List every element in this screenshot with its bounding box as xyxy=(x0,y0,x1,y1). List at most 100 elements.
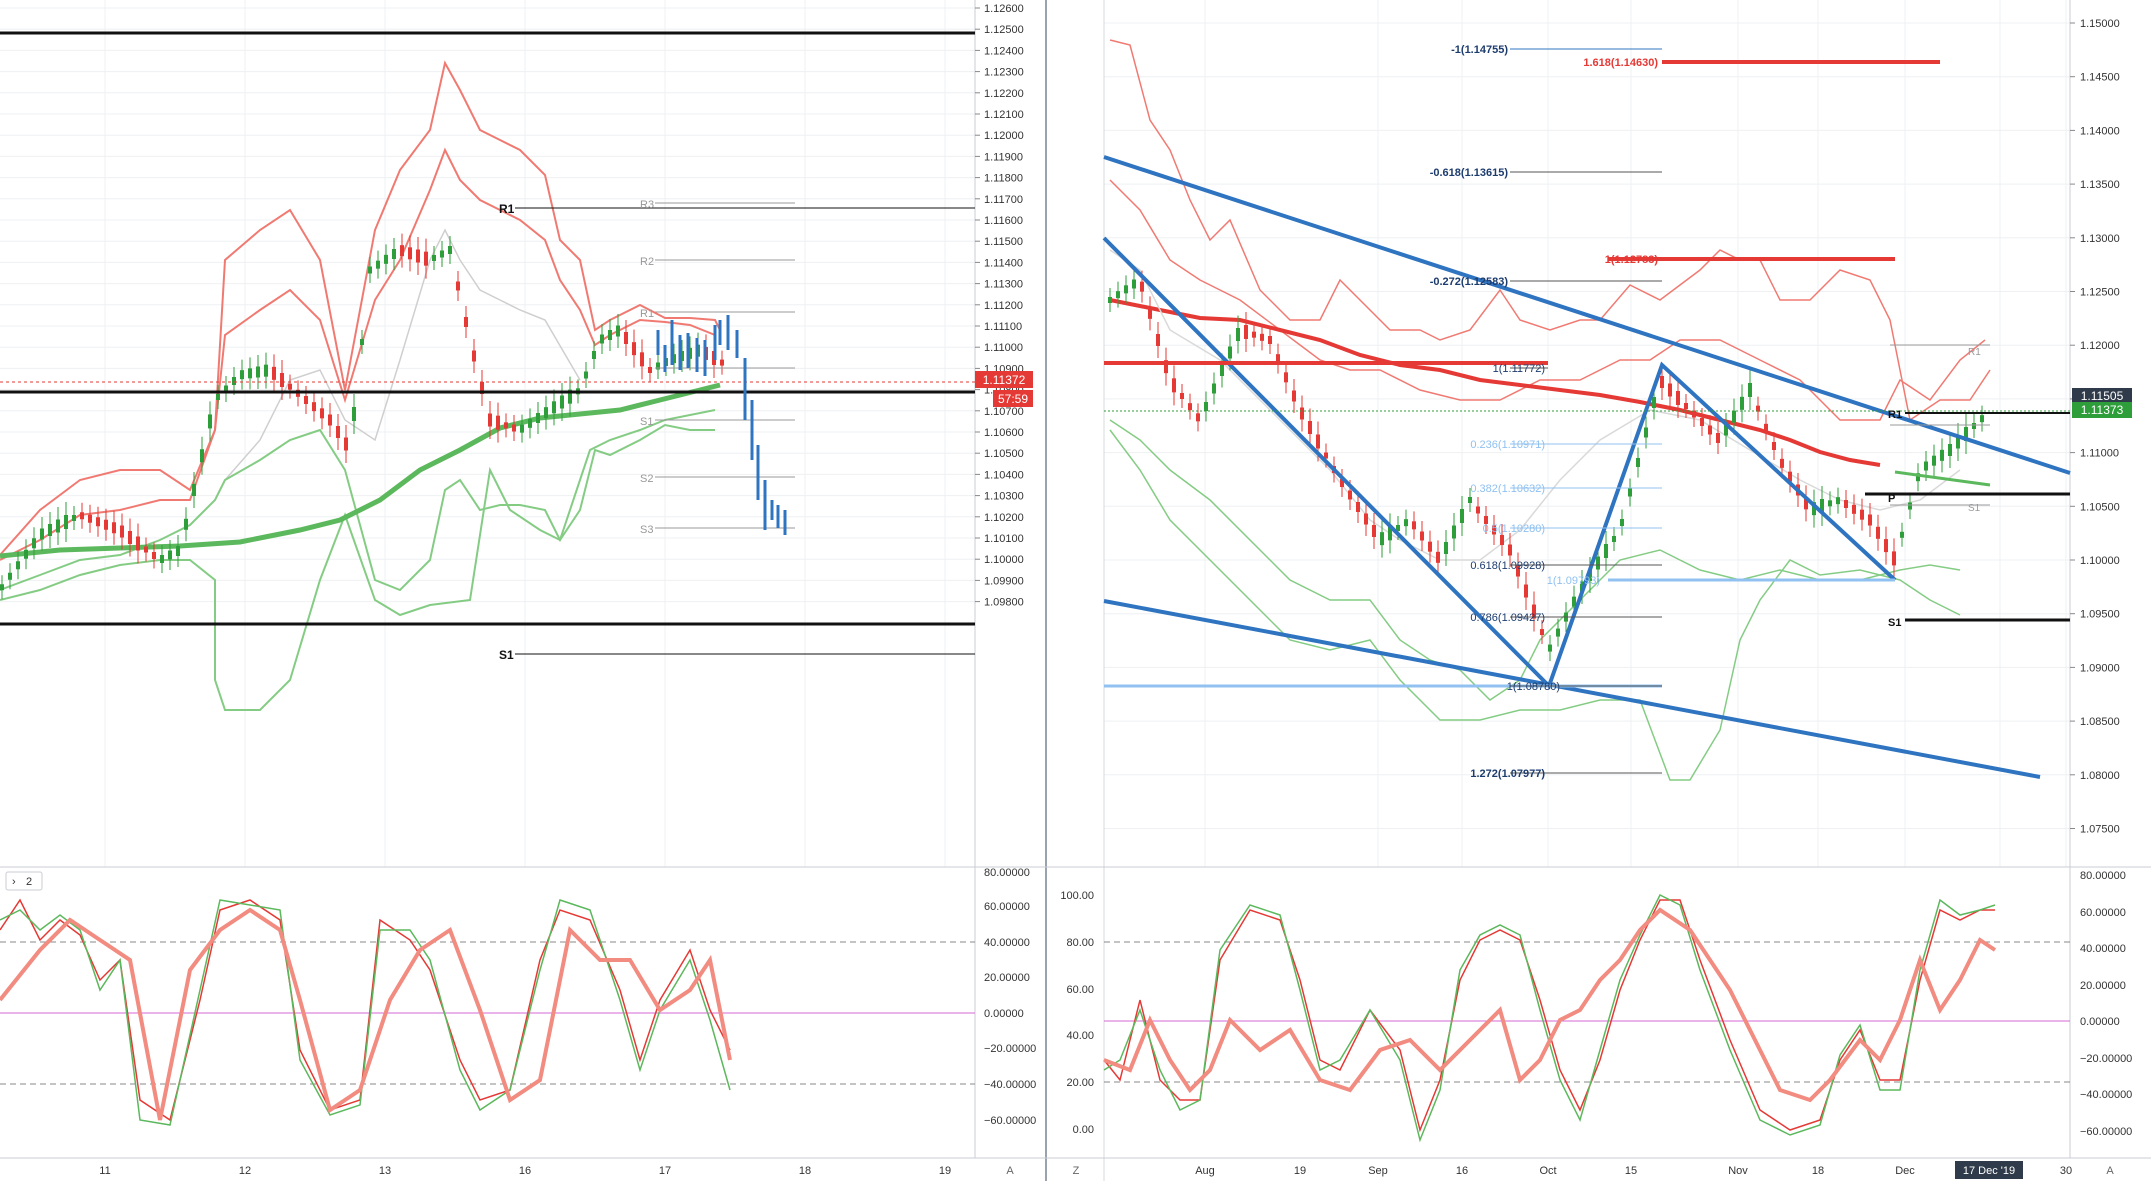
right-candle-body xyxy=(1924,461,1928,471)
left-candle-body xyxy=(600,334,604,344)
right-candle-body xyxy=(1908,502,1912,510)
left-candle-body xyxy=(632,342,636,356)
right-osc-left-tick: 40.00 xyxy=(1066,1030,1094,1042)
eurusd-chart-workspace: R1 S1 R3 R2 R1 S1 S2 S3 1.12600 1.12500 1.… xyxy=(0,0,2151,1181)
right-y-tick: 1.12500 xyxy=(2080,287,2120,299)
left-x-tick: 13 xyxy=(379,1165,391,1177)
left-upper-band-outer xyxy=(0,60,721,556)
left-candle-body xyxy=(320,408,324,419)
left-y-tick: 1.11200 xyxy=(984,300,1023,312)
right-candle-body xyxy=(1972,423,1976,429)
right-candle-body xyxy=(1732,410,1736,423)
left-corner-a: A xyxy=(1006,1165,1014,1177)
left-candle-body xyxy=(464,317,468,327)
left-osc-tick: 20.00000 xyxy=(984,972,1030,984)
right-osc-right-tick: −20.00000 xyxy=(2080,1053,2132,1065)
left-y-tick: 1.12000 xyxy=(984,130,1024,142)
right-candle-body xyxy=(1292,390,1296,402)
right-osc-left-tick: 100.00 xyxy=(1060,890,1094,902)
left-candle-body xyxy=(0,584,4,591)
right-osc-right-tick: 60.00000 xyxy=(2080,907,2126,919)
left-candle-body xyxy=(648,367,652,373)
left-r3-label: R3 xyxy=(640,199,654,211)
left-candle-body xyxy=(584,371,588,379)
left-candle-body xyxy=(720,359,724,366)
right-osc-left-tick: 20.00 xyxy=(1066,1077,1094,1089)
left-candle-body xyxy=(440,250,444,258)
right-candle-body xyxy=(1188,403,1192,411)
right-x-tick: 15 xyxy=(1625,1165,1637,1177)
right-osc-left-tick: 0.00 xyxy=(1073,1124,1094,1136)
right-osc-left-tick: 60.00 xyxy=(1066,984,1094,996)
right-y-tick: 1.13500 xyxy=(2080,179,2120,191)
right-y-tick: 1.10000 xyxy=(2080,555,2120,567)
left-osc-tick: 40.00000 xyxy=(984,937,1030,949)
right-x-tick: Aug xyxy=(1195,1165,1215,1177)
left-osc-k xyxy=(0,898,731,1122)
left-y-tick: 1.11100 xyxy=(984,321,1022,333)
left-candle-body xyxy=(184,518,188,530)
left-candle-body xyxy=(592,351,596,359)
right-y-tick: 1.09000 xyxy=(2080,662,2120,674)
right-y-tick: 1.07500 xyxy=(2080,824,2120,836)
left-y-tick: 1.09800 xyxy=(984,597,1024,609)
left-candle-body xyxy=(376,260,380,269)
left-candle-body xyxy=(424,251,428,266)
left-candle-body xyxy=(56,519,60,533)
left-y-tick: 1.10100 xyxy=(984,533,1024,545)
right-candle-body xyxy=(1476,506,1480,514)
right-candle-body xyxy=(1876,526,1880,539)
right-x-tick: 16 xyxy=(1456,1165,1468,1177)
right-osc-left-tick: 80.00 xyxy=(1066,937,1094,949)
left-candle-body xyxy=(136,536,140,551)
left-countdown-text: 57:59 xyxy=(998,392,1028,406)
fib-label-1-upper: 1(1.12783) xyxy=(1605,254,1659,266)
left-y-tick: 1.12400 xyxy=(984,45,1024,57)
right-corner-z: Z xyxy=(1073,1165,1080,1177)
fib-label-neg0272: -0.272(1.12583) xyxy=(1430,276,1509,288)
right-price-badge-2-text: 1.11373 xyxy=(2081,403,2124,417)
right-osc-k xyxy=(1103,899,1995,1133)
left-candle-body xyxy=(560,395,564,409)
right-candle-body xyxy=(1308,421,1312,434)
right-candle-body xyxy=(1356,502,1360,512)
left-y-tick: 1.12500 xyxy=(984,24,1024,36)
right-y-tick: 1.11000 xyxy=(2080,448,2119,460)
left-candle-body xyxy=(264,364,268,377)
left-candle-body xyxy=(72,515,76,521)
left-y-tick: 1.10200 xyxy=(984,512,1024,524)
right-candle-body xyxy=(1620,519,1624,526)
left-y-tick: 1.10300 xyxy=(984,491,1024,503)
left-candle-body xyxy=(352,407,356,421)
right-candle-body xyxy=(1156,334,1160,346)
right-candle-body xyxy=(1500,535,1504,545)
left-y-tick: 1.12600 xyxy=(984,3,1024,15)
left-y-tick: 1.12300 xyxy=(984,67,1024,79)
left-x-tick: 17 xyxy=(659,1165,671,1177)
left-y-tick: 1.11400 xyxy=(984,257,1023,269)
right-candle-body xyxy=(1468,497,1472,503)
left-candle-body xyxy=(456,281,460,291)
right-x-tick: Sep xyxy=(1368,1165,1388,1177)
right-candle-body xyxy=(1860,509,1864,520)
left-osc-tick: −40.00000 xyxy=(984,1079,1036,1091)
right-x-tick: Nov xyxy=(1728,1165,1748,1177)
left-y-tick: 1.11600 xyxy=(984,215,1023,227)
left-candle-body xyxy=(408,247,412,260)
left-osc-tick: 60.00000 xyxy=(984,901,1030,913)
right-candle-body xyxy=(1884,539,1888,553)
left-candle-body xyxy=(256,366,260,378)
right-candle-body xyxy=(1652,397,1656,408)
left-candle-body xyxy=(168,550,172,560)
left-y-tick: 1.11700 xyxy=(984,194,1023,206)
right-candle-body xyxy=(1900,531,1904,538)
right-candle-body xyxy=(1172,378,1176,393)
left-candle-body xyxy=(152,552,156,559)
right-candle-body xyxy=(1196,413,1200,422)
right-candle-body xyxy=(1124,285,1128,294)
left-x-tick: 16 xyxy=(519,1165,531,1177)
left-r1-label: R1 xyxy=(499,202,515,216)
right-s1b-label: S1 xyxy=(1968,503,1981,514)
right-candle-body xyxy=(1932,455,1936,466)
right-candle-body xyxy=(1716,433,1720,443)
